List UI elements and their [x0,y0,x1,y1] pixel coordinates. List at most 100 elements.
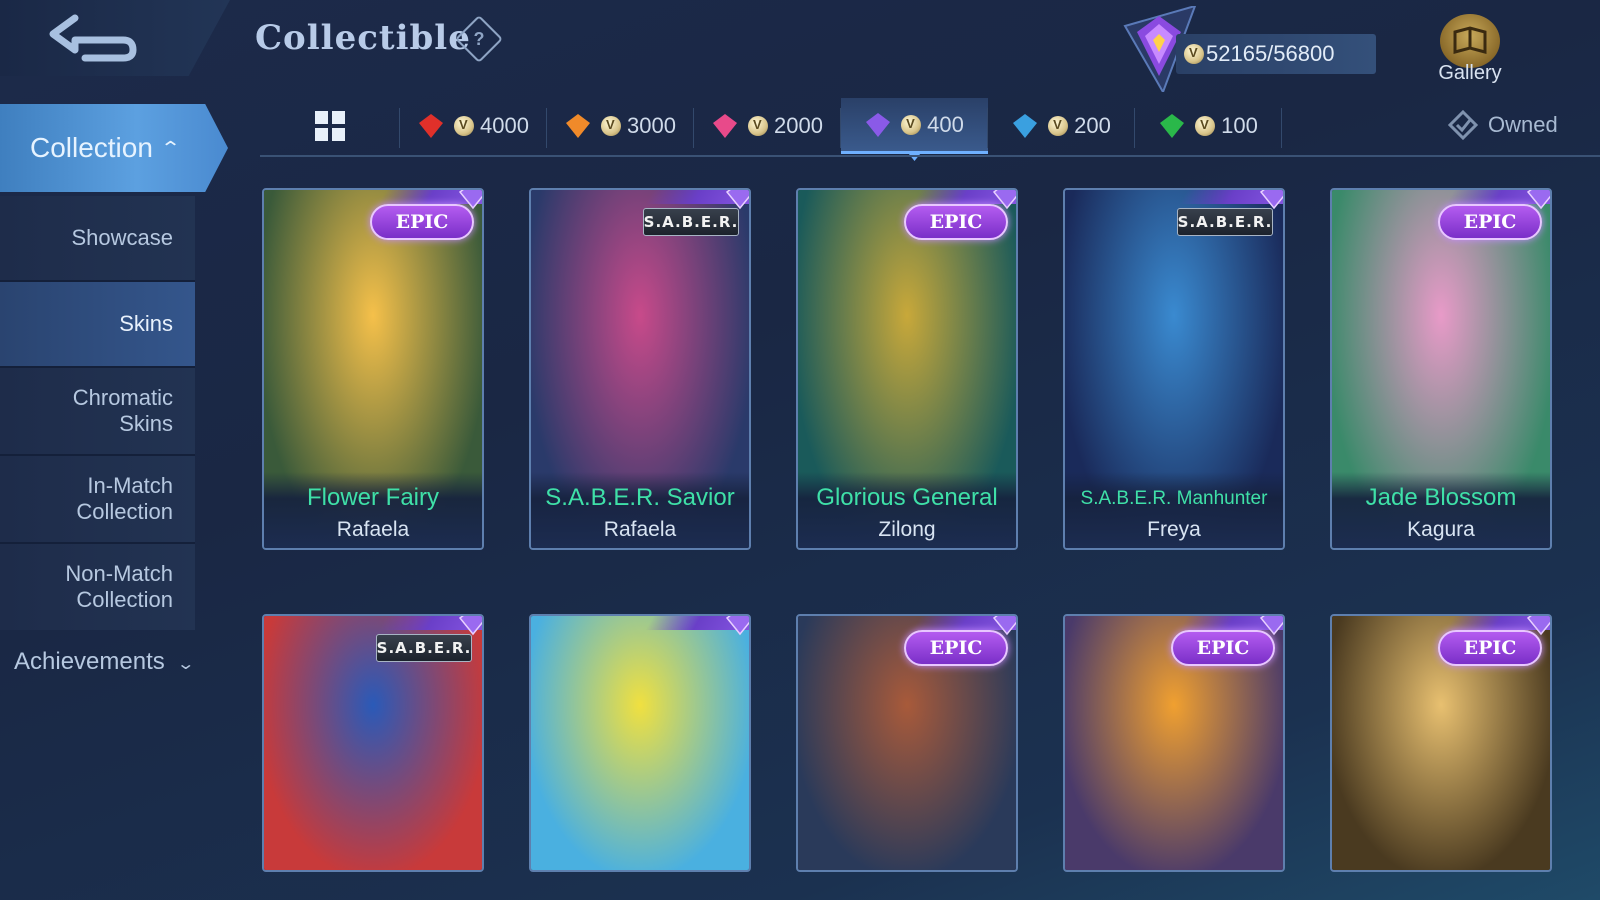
gallery-icon [1440,14,1500,68]
tab-value: 200 [1074,113,1111,138]
coin-icon [901,114,922,135]
tab-value: 2000 [774,113,823,138]
skin-card[interactable]: EPIC Glorious General Zilong [796,188,1018,550]
tab-value: 4000 [480,113,529,138]
sidebar-item-label: Showcase [71,225,173,250]
skin-name: Jade Blossom [1365,484,1517,511]
red-gem-icon [419,114,444,138]
points-value: 52165/56800 [1206,41,1335,66]
tab-tier-100[interactable]: 100 [1135,98,1282,154]
gem-shape [566,114,591,138]
gem-shape [1160,114,1185,138]
hero-name: Zilong [878,518,936,541]
skin-name: S.A.B.E.R. Manhunter [1080,488,1268,509]
skin-name: S.A.B.E.R. Savior [545,484,735,511]
skin-card[interactable]: EPIC Jade Blossom Kagura [1330,188,1552,550]
sidebar-item-chromatic-skins[interactable]: Chromatic Skins [0,368,195,454]
tab-tier-200[interactable]: 200 [988,98,1135,154]
sidebar-item-label: Non-Match [65,561,173,586]
gem-shape [713,114,738,138]
top-bar: Collectible ? 52165/56800 Gallery [0,0,1600,98]
collection-points: 52165/56800 [1176,34,1376,74]
saber-badge: S.A.B.E.R. [643,208,739,236]
tab-all[interactable] [260,98,400,154]
tab-value: 100 [1221,113,1258,138]
epic-badge: EPIC [1438,630,1542,666]
sidebar-item-showcase[interactable]: Showcase [0,196,195,280]
card-footer: S.A.B.E.R. Savior Rafaela [531,472,749,548]
grid-icon [315,111,345,141]
back-arrow-icon [49,14,137,62]
chevron-down-icon: ⌄ [176,656,196,673]
blue-gem-icon [1013,114,1038,138]
gem-shape [1013,114,1038,138]
skin-card[interactable] [529,614,751,872]
gem-shape [419,114,444,138]
tab-tier-2000[interactable]: 2000 [694,98,841,154]
sidebar-item-label: Skins [119,311,173,336]
checkbox-diamond-icon [1448,110,1478,140]
epic-badge: EPIC [904,204,1008,240]
sidebar-item-label: Collection [76,587,173,612]
coin-icon [1184,44,1204,64]
sidebar-item-non-match-collection[interactable]: Non-Match Collection [0,544,195,630]
sidebar-item-label: Skins [119,411,173,436]
tab-tier-400[interactable]: 400 [841,98,988,161]
skin-artwork [531,616,749,870]
epic-badge: EPIC [1171,630,1275,666]
achievements-label: Achievements [14,648,165,675]
hero-name: Kagura [1407,518,1475,541]
hero-name: Rafaela [336,518,410,541]
owned-filter[interactable]: Owned [1448,110,1558,140]
skin-name: Glorious General [816,484,998,511]
tab-value: 3000 [627,113,676,138]
skin-card[interactable]: EPIC [796,614,1018,872]
orange-gem-icon [566,114,591,138]
epic-badge: EPIC [1438,204,1542,240]
tier-tabs: 4000 3000 2000 400 200 100 [260,98,1600,161]
purple-gem-icon [866,112,891,137]
epic-badge: EPIC [904,630,1008,666]
card-footer: Flower Fairy Rafaela [264,472,482,548]
purple-gem-icon [725,616,749,636]
coin-icon [601,116,622,136]
chevron-up-icon: ⌃ [159,137,182,158]
skin-card[interactable]: S.A.B.E.R. S.A.B.E.R. Savior Rafaela [529,188,751,550]
sidebar-achievements[interactable]: Achievements ⌄ [14,648,196,676]
card-footer: Glorious General Zilong [798,472,1016,548]
skin-card[interactable]: EPIC Flower Fairy Rafaela [262,188,484,550]
skin-card[interactable]: S.A.B.E.R. S.A.B.E.R. Manhunter Freya [1063,188,1285,550]
tab-value: 400 [927,111,964,137]
page-title: Collectible [255,18,471,58]
saber-badge: S.A.B.E.R. [376,634,472,662]
purple-gem-icon [1259,190,1283,210]
back-button[interactable] [0,0,230,76]
sidebar-item-label: Collection [76,499,173,524]
green-gem-icon [1160,114,1185,138]
tab-tier-3000[interactable]: 3000 [547,98,694,154]
saber-badge: S.A.B.E.R. [1177,208,1273,236]
owned-label: Owned [1488,112,1558,137]
gallery-label: Gallery [1438,62,1502,84]
skin-card[interactable]: EPIC [1330,614,1552,872]
coin-icon [748,116,769,136]
purple-gem-icon [725,190,749,210]
purple-gem-icon [458,616,482,636]
tab-tier-4000[interactable]: 4000 [400,98,547,154]
gallery-button[interactable]: Gallery [1430,14,1510,90]
skin-card[interactable]: S.A.B.E.R. [262,614,484,872]
skin-card[interactable]: EPIC [1063,614,1285,872]
sidebar-collection-tab[interactable]: Collection ⌃ [0,104,228,192]
sidebar: Collection ⌃ Showcase Skins Chromatic Sk… [0,100,240,900]
epic-badge: EPIC [370,204,474,240]
sidebar-item-skins[interactable]: Skins [0,282,195,366]
sidebar-item-in-match-collection[interactable]: In-Match Collection [0,456,195,542]
tabs-underline [260,155,1600,157]
coin-icon [1195,116,1216,136]
coin-icon [454,116,475,136]
coin-icon [1048,116,1069,136]
pink-gem-icon [713,114,738,138]
gem-shape [866,112,891,137]
card-footer: S.A.B.E.R. Manhunter Freya [1065,472,1283,548]
sidebar-item-label: Chromatic [72,385,173,410]
